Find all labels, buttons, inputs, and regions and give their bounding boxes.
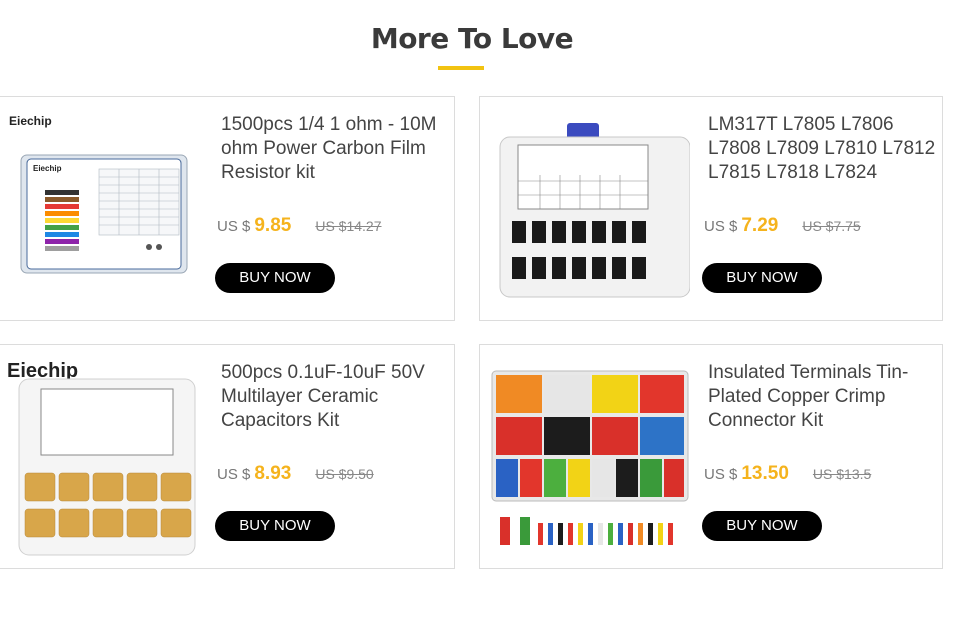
currency-label: US $	[704, 218, 738, 235]
resistor-kit-image[interactable]: Eiechip Eiechip	[0, 97, 209, 320]
product-name[interactable]: Insulated Terminals Tin-Plated Copper Cr…	[708, 361, 940, 433]
price-row: US $9.85 US $14.27	[217, 215, 382, 237]
sale-price: 8.93	[254, 463, 292, 484]
product-name[interactable]: LM317T L7805 L7806 L7808 L7809 L7810 L78…	[708, 113, 940, 185]
original-price: US $9.50	[315, 466, 374, 482]
product-card[interactable]: Eiechip 500pcs 0.1uF-10uF 50V Multilayer…	[0, 344, 455, 569]
original-price: US $13.5	[812, 466, 872, 482]
sale-price: 13.50	[741, 463, 789, 484]
original-price: US $7.75	[802, 218, 861, 234]
terminal-kit-image[interactable]	[480, 345, 690, 568]
product-card[interactable]: LM317T L7805 L7806 L7808 L7809 L7810 L78…	[479, 96, 943, 321]
price-row: US $13.50 US $13.5	[704, 463, 871, 485]
original-price: US $14.27	[315, 218, 382, 234]
currency-label: US $	[704, 466, 738, 483]
capacitor-kit-image[interactable]: Eiechip	[0, 345, 209, 568]
buy-now-button[interactable]: BUY NOW	[702, 511, 822, 541]
regulator-kit-image[interactable]	[480, 97, 690, 320]
buy-now-button[interactable]: BUY NOW	[702, 263, 822, 293]
section-title: More To Love	[370, 22, 574, 55]
currency-label: US $	[217, 466, 251, 483]
product-card[interactable]: Insulated Terminals Tin-Plated Copper Cr…	[479, 344, 943, 569]
price-row: US $7.29 US $7.75	[704, 215, 861, 237]
brand-logo-mini: Eiechip	[33, 164, 62, 173]
brand-logo: Eiechip	[9, 114, 52, 128]
buy-now-button[interactable]: BUY NOW	[215, 511, 335, 541]
sale-price: 7.29	[741, 215, 779, 236]
product-name[interactable]: 1500pcs 1/4 1 ohm - 10M ohm Power Carbon…	[221, 113, 453, 185]
buy-now-button[interactable]: BUY NOW	[215, 263, 335, 293]
title-underline	[438, 66, 484, 70]
currency-label: US $	[217, 218, 251, 235]
sale-price: 9.85	[254, 215, 292, 236]
product-card[interactable]: Eiechip Eiechip 1500pcs 1/4 1 ohm - 10M …	[0, 96, 455, 321]
price-row: US $8.93 US $9.50	[217, 463, 374, 485]
product-name[interactable]: 500pcs 0.1uF-10uF 50V Multilayer Ceramic…	[221, 361, 453, 433]
